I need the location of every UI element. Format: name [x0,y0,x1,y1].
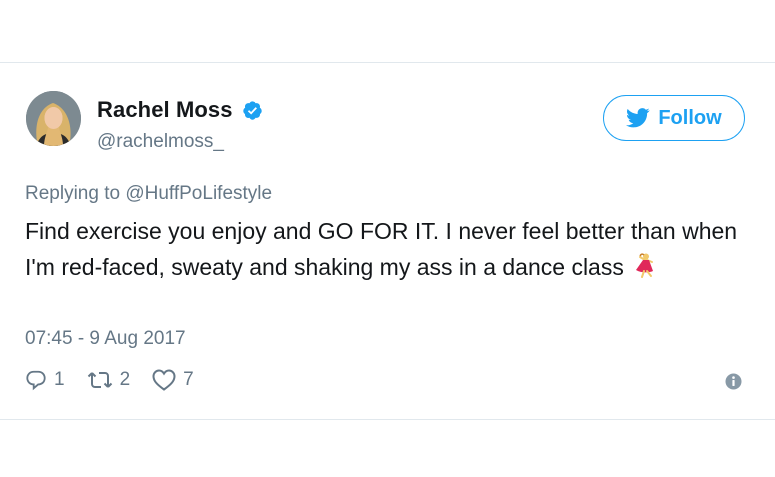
retweet-count: 2 [119,369,131,390]
twitter-bird-icon [626,108,650,128]
heart-icon [152,369,176,391]
replying-to-line: Replying to @HuffPoLifestyle [25,183,272,205]
like-count: 7 [183,369,194,390]
retweet-icon [87,372,112,388]
avatar-photo [26,91,81,146]
tweet-timestamp[interactable]: 07:45 - 9 Aug 2017 [25,328,186,350]
follow-button[interactable]: Follow [603,95,745,141]
info-icon[interactable] [725,373,742,390]
tweet-body: Find exercise you enjoy and GO FOR IT. I… [25,218,738,280]
reply-count: 1 [54,369,65,390]
retweet-button[interactable]: 2 [87,369,131,391]
author-handle[interactable]: @rachelmoss_ [97,131,224,153]
tweet-card: Rachel Moss @rachelmoss_ Follow Replying… [0,62,775,420]
reply-icon [26,370,46,391]
like-button[interactable]: 7 [152,369,194,391]
reply-button[interactable]: 1 [25,369,65,391]
replying-to-mention[interactable]: @HuffPoLifestyle [125,183,272,204]
dancer-emoji-icon [632,252,658,288]
tweet-text: Find exercise you enjoy and GO FOR IT. I… [25,213,755,288]
avatar[interactable] [26,91,81,146]
tweet-actions: 1 2 7 [25,369,216,391]
follow-label: Follow [658,106,722,129]
author-row: Rachel Moss [97,97,263,123]
author-name[interactable]: Rachel Moss [97,97,233,123]
verified-badge-icon [242,100,263,121]
replying-prefix: Replying to [25,183,126,204]
